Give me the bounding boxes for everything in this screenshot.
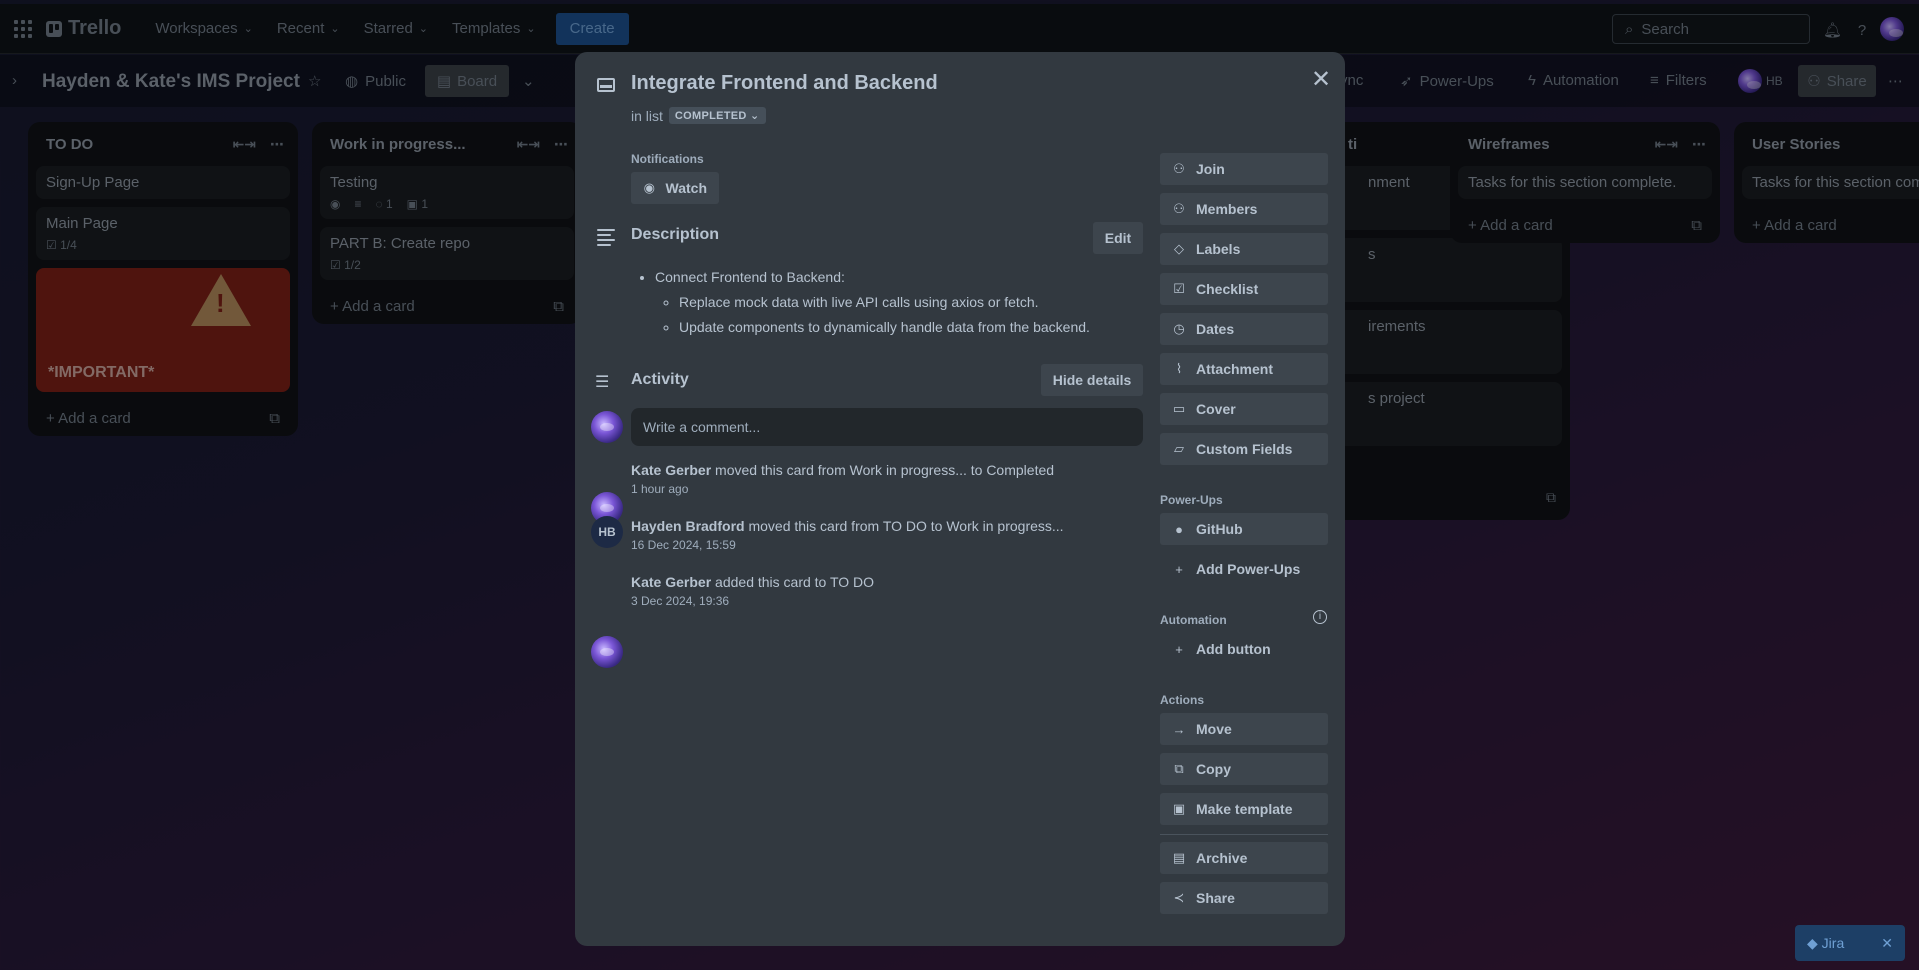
activity-item: Kate Gerber added this card to TO DO 3 D… [631, 574, 875, 608]
activity-item: Hayden Bradford moved this card from TO … [631, 518, 1064, 552]
watch-button[interactable]: ◉ Watch [631, 172, 719, 204]
card-icon [597, 78, 615, 92]
plus-icon: + [1175, 641, 1183, 657]
copy-button[interactable]: ⧉ Copy [1160, 753, 1328, 785]
arrow-right-icon: → [1172, 721, 1186, 737]
add-automation-button[interactable]: + Add button [1160, 633, 1328, 665]
cover-button[interactable]: ▭ Cover [1160, 393, 1328, 425]
github-button[interactable]: ● GitHub [1160, 513, 1328, 545]
avatar[interactable] [591, 636, 623, 668]
in-list-indicator: in list COMPLETED ⌄ [631, 107, 766, 124]
description-body[interactable]: Connect Frontend to Backend: Replace moc… [631, 265, 1151, 340]
make-template-button[interactable]: ▣ Make template [1160, 793, 1328, 825]
description-heading: Description [631, 226, 720, 243]
move-button[interactable]: → Move [1160, 713, 1328, 745]
list-badge-button[interactable]: COMPLETED ⌄ [668, 107, 766, 124]
members-button[interactable]: ⚇ Members [1160, 193, 1328, 225]
github-icon: ● [1175, 521, 1183, 537]
comment-input[interactable]: Write a comment... [631, 408, 1143, 446]
checklist-button[interactable]: ☑ Checklist [1160, 273, 1328, 305]
description-subitem: Update components to dynamically handle … [679, 315, 1151, 340]
archive-icon: ▤ [1172, 850, 1186, 865]
jira-widget[interactable]: ◆ Jira ✕ [1795, 925, 1905, 961]
share-icon: ≺ [1173, 890, 1185, 905]
person-icon: ⚇ [1173, 161, 1185, 176]
activity-icon: ☰ [595, 374, 610, 391]
powerups-label: Power-Ups [1160, 493, 1223, 507]
close-icon[interactable]: ✕ [1307, 66, 1335, 94]
plus-icon: + [1175, 561, 1183, 577]
add-powerups-button[interactable]: + Add Power-Ups [1160, 553, 1328, 585]
edit-description-button[interactable]: Edit [1093, 222, 1143, 254]
custom-fields-button[interactable]: ▱ Custom Fields [1160, 433, 1328, 465]
notifications-label: Notifications [631, 152, 704, 166]
checkbox-icon: ☑ [1173, 281, 1185, 296]
close-icon[interactable]: ✕ [1881, 935, 1893, 952]
current-user-avatar [591, 411, 623, 443]
card-title[interactable]: Integrate Frontend and Backend [631, 72, 938, 95]
avatar[interactable]: HB [591, 516, 623, 548]
activity-heading: Activity [631, 371, 689, 388]
template-icon: ▣ [1172, 801, 1186, 816]
labels-button[interactable]: ◇ Labels [1160, 233, 1328, 265]
paperclip-icon: ⌇ [1175, 361, 1183, 376]
tag-icon: ◇ [1174, 241, 1184, 256]
copy-icon: ⧉ [1174, 761, 1184, 776]
description-icon [597, 229, 615, 246]
share-card-button[interactable]: ≺ Share [1160, 882, 1328, 914]
dates-button[interactable]: ◷ Dates [1160, 313, 1328, 345]
attachment-button[interactable]: ⌇ Attachment [1160, 353, 1328, 385]
description-subitem: Replace mock data with live API calls us… [679, 290, 1151, 315]
info-icon[interactable]: i [1313, 610, 1327, 624]
actions-divider [1160, 834, 1328, 835]
activity-item: Kate Gerber moved this card from Work in… [631, 462, 1055, 496]
person-icon: ⚇ [1173, 201, 1185, 216]
actions-label: Actions [1160, 693, 1205, 707]
eye-icon: ◉ [643, 180, 655, 195]
automation-label: Automation [1160, 613, 1227, 627]
clock-icon: ◷ [1173, 321, 1185, 336]
description-item: Connect Frontend to Backend: [655, 265, 1151, 290]
chevron-down-icon: ⌄ [750, 110, 760, 122]
cover-icon: ▭ [1172, 401, 1186, 416]
field-icon: ▱ [1174, 441, 1184, 456]
hide-details-button[interactable]: Hide details [1041, 364, 1143, 396]
join-button[interactable]: ⚇ Join [1160, 153, 1328, 185]
card-detail-modal: Integrate Frontend and Backend in list C… [575, 52, 1345, 946]
archive-button[interactable]: ▤ Archive [1160, 842, 1328, 874]
jira-icon: ◆ [1807, 934, 1818, 951]
